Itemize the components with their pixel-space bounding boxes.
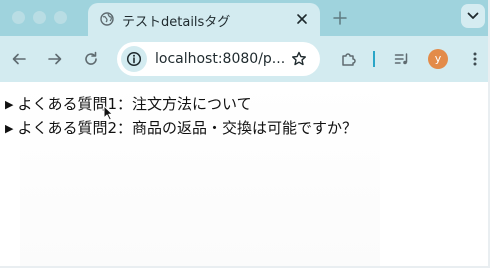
faq-item-1[interactable]: ▶ よくある質問1：注文方法について bbox=[5, 93, 252, 114]
media-playlist-icon[interactable] bbox=[394, 51, 410, 67]
back-icon[interactable] bbox=[11, 51, 27, 67]
extensions-icon[interactable] bbox=[340, 51, 356, 67]
tab-search-button[interactable] bbox=[461, 4, 485, 28]
faq-question-2: よくある質問2：商品の返品・交換は可能ですか？ bbox=[17, 119, 358, 137]
zoom-window-button[interactable] bbox=[54, 11, 67, 24]
page-content: ▶ よくある質問1：注文方法について ▶ よくある質問2：商品の返品・交換は可能です… bbox=[0, 82, 488, 266]
kebab-menu-icon[interactable] bbox=[467, 51, 483, 67]
faq-question-1: よくある質問1：注文方法について bbox=[17, 95, 252, 113]
url-text: localhost:8080/p... bbox=[155, 51, 286, 67]
globe-icon bbox=[100, 12, 114, 26]
browser-window: テストdetailsタグ localhost:8080/p... y ▶ よくあ… bbox=[0, 0, 490, 268]
reload-icon[interactable] bbox=[83, 51, 99, 67]
chevron-down-icon bbox=[467, 12, 479, 19]
faq-summary-2[interactable]: ▶ よくある質問2：商品の返品・交換は可能ですか？ bbox=[5, 117, 357, 138]
mouse-pointer-icon bbox=[103, 105, 113, 121]
disclosure-triangle-icon: ▶ bbox=[5, 98, 14, 111]
active-tab[interactable]: テストdetailsタグ bbox=[88, 3, 320, 36]
bookmark-star-icon[interactable] bbox=[291, 51, 307, 67]
faq-summary-1[interactable]: ▶ よくある質問1：注文方法について bbox=[5, 93, 252, 114]
site-info-button[interactable] bbox=[121, 46, 147, 72]
address-bar[interactable]: localhost:8080/p... bbox=[117, 42, 320, 76]
faq-item-2[interactable]: ▶ よくある質問2：商品の返品・交換は可能ですか？ bbox=[5, 117, 357, 138]
close-icon[interactable] bbox=[296, 13, 308, 25]
disclosure-triangle-icon: ▶ bbox=[5, 122, 14, 135]
tab-strip: テストdetailsタグ bbox=[0, 0, 488, 36]
new-tab-icon[interactable] bbox=[333, 11, 347, 25]
forward-icon[interactable] bbox=[47, 51, 63, 67]
browser-toolbar: localhost:8080/p... y bbox=[0, 36, 488, 82]
profile-avatar[interactable]: y bbox=[428, 49, 448, 69]
minimize-window-button[interactable] bbox=[33, 11, 46, 24]
tab-title: テストdetailsタグ bbox=[122, 15, 231, 30]
site-info-icon bbox=[126, 51, 142, 67]
toolbar-separator bbox=[373, 51, 375, 67]
close-window-button[interactable] bbox=[12, 11, 25, 24]
